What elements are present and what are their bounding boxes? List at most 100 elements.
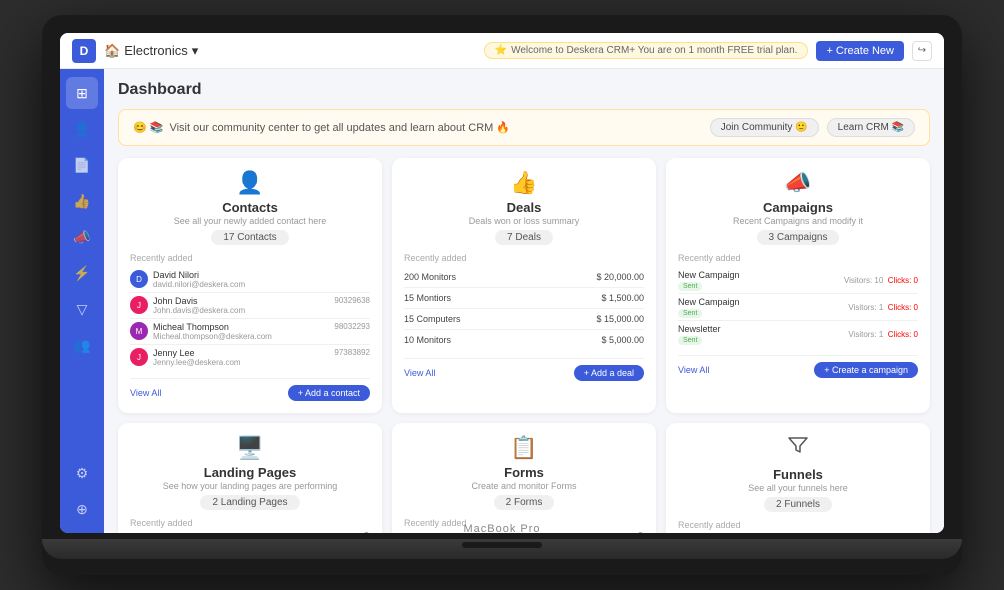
landing-pages-subtitle: See how your landing pages are performin… (130, 481, 370, 491)
funnels-subtitle: See all your funnels here (678, 483, 918, 493)
landing-pages-count[interactable]: 2 Landing Pages (200, 495, 299, 510)
sidebar-item-funnels[interactable]: ▽ (66, 293, 98, 325)
deals-subtitle: Deals won or loss summary (404, 216, 644, 226)
deals-section-label: Recently added (404, 253, 644, 263)
home-icon: 🏠 (104, 43, 120, 59)
sidebar-item-filter[interactable]: ⚡ (66, 257, 98, 289)
campaigns-section-label: Recently added (678, 253, 918, 263)
notice-text: Welcome to Deskera CRM+ You are on 1 mon… (511, 45, 797, 56)
sidebar-item-files[interactable]: 📄 (66, 149, 98, 181)
avatar: J (130, 348, 148, 366)
contacts-card: 👤 Contacts See all your newly added cont… (118, 158, 382, 413)
sidebar-item-campaigns[interactable]: 📣 (66, 221, 98, 253)
create-campaign-button[interactable]: + Create a campaign (814, 362, 918, 378)
page-title: Dashboard (118, 81, 930, 99)
sidebar-item-dashboard[interactable]: ⊞ (66, 77, 98, 109)
contacts-count[interactable]: 17 Contacts (211, 230, 288, 245)
avatar: J (130, 296, 148, 314)
contacts-icon: 👤 (130, 170, 370, 196)
banner-emoji: 😊 📚 (133, 121, 163, 134)
funnels-card: Funnels See all your funnels here 2 Funn… (666, 423, 930, 533)
campaigns-list: New Campaign Sent Visitors: 10 Clicks: 0 (678, 267, 918, 347)
campaigns-card: 📣 Campaigns Recent Campaigns and modify … (666, 158, 930, 413)
table-row: 200 Monitors $ 20,000.00 (404, 267, 644, 288)
contact-phone: 98032293 (334, 322, 370, 331)
link-icon: 🔗 (633, 532, 644, 533)
dashboard-grid: 👤 Contacts See all your newly added cont… (118, 158, 930, 533)
avatar: M (130, 322, 148, 340)
contact-email: John.davis@deskera.com (153, 306, 245, 315)
logout-icon[interactable]: ↪ (912, 41, 932, 61)
forms-icon: 📋 (404, 435, 644, 461)
join-community-button[interactable]: Join Community 🙂 (710, 118, 819, 137)
create-new-button[interactable]: + Create New (816, 41, 904, 61)
contact-email: david.nilori@deskera.com (153, 280, 245, 289)
contact-name: Micheal Thompson (153, 322, 272, 332)
list-item: Great Day https://pages.deskera.com/a/7y… (130, 532, 370, 533)
table-row: 15 Computers $ 15,000.00 (404, 309, 644, 330)
landing-list: Great Day https://pages.deskera.com/a/7y… (130, 532, 370, 533)
add-contact-button[interactable]: + Add a contact (288, 385, 370, 401)
deals-count[interactable]: 7 Deals (495, 230, 553, 245)
contact-email: Micheal.thompson@deskera.com (153, 332, 272, 341)
sidebar-item-users[interactable]: 👥 (66, 329, 98, 361)
company-selector[interactable]: 🏠 Electronics ▾ (104, 43, 198, 59)
learn-crm-button[interactable]: Learn CRM 📚 (827, 118, 915, 137)
deals-list: 200 Monitors $ 20,000.00 15 Montiors $ 1… (404, 267, 644, 350)
contact-phone: 97383892 (334, 348, 370, 357)
landing-pages-title: Landing Pages (130, 465, 370, 480)
sidebar-item-logout[interactable]: ⊕ (66, 493, 98, 525)
forms-card: 📋 Forms Create and monitor Forms 2 Forms… (392, 423, 656, 533)
contacts-title: Contacts (130, 200, 370, 215)
list-item: New Campaign Sent Visitors: 1 Clicks: 0 (678, 294, 918, 321)
landing-pages-icon: 🖥️ (130, 435, 370, 461)
app-logo: D (72, 39, 96, 63)
contact-phone: 90329638 (334, 296, 370, 305)
funnels-icon (678, 435, 918, 463)
list-item: Newsletter Sent Visitors: 1 Clicks: 0 (678, 321, 918, 347)
funnels-count[interactable]: 2 Funnels (764, 497, 832, 512)
contacts-view-all[interactable]: View All (130, 388, 161, 398)
trial-notice: ⭐ Welcome to Deskera CRM+ You are on 1 m… (484, 42, 809, 59)
contacts-list: D David Nilori david.nilori@deskera.com (130, 267, 370, 370)
community-banner: 😊 📚 Visit our community center to get al… (118, 109, 930, 146)
table-row: D David Nilori david.nilori@deskera.com (130, 267, 370, 293)
contact-email: Jenny.lee@deskera.com (153, 358, 241, 367)
table-row: J Jenny Lee Jenny.lee@deskera.com 973838… (130, 345, 370, 370)
deals-view-all[interactable]: View All (404, 368, 435, 378)
campaigns-view-all[interactable]: View All (678, 365, 709, 375)
sidebar-item-settings[interactable]: ⚙ (66, 457, 98, 489)
sidebar-item-contacts[interactable]: 👤 (66, 113, 98, 145)
campaigns-subtitle: Recent Campaigns and modify it (678, 216, 918, 226)
add-deal-button[interactable]: + Add a deal (574, 365, 644, 381)
chevron-down-icon: ▾ (192, 43, 199, 59)
deals-title: Deals (404, 200, 644, 215)
forms-count[interactable]: 2 Forms (494, 495, 555, 510)
forms-title: Forms (404, 465, 644, 480)
top-bar: D 🏠 Electronics ▾ ⭐ Welcome to Deskera C… (60, 33, 944, 69)
deals-icon: 👍 (404, 170, 644, 196)
forms-subtitle: Create and monitor Forms (404, 481, 644, 491)
funnels-title: Funnels (678, 467, 918, 482)
campaigns-icon: 📣 (678, 170, 918, 196)
funnels-section-label: Recently added (678, 520, 918, 530)
notice-emoji: ⭐ (495, 45, 507, 56)
contact-name: John Davis (153, 296, 245, 306)
company-name: Electronics (124, 43, 188, 58)
banner-text: Visit our community center to get all up… (169, 121, 510, 134)
landing-pages-card: 🖥️ Landing Pages See how your landing pa… (118, 423, 382, 533)
sidebar: ⊞ 👤 📄 👍 📣 ⚡ ▽ 👥 ⚙ ⊕ (60, 69, 104, 533)
list-item: New Campaign Sent Visitors: 10 Clicks: 0 (678, 267, 918, 294)
deals-card: 👍 Deals Deals won or loss summary 7 Deal… (392, 158, 656, 413)
avatar: D (130, 270, 148, 288)
table-row: J John Davis John.davis@deskera.com 9032… (130, 293, 370, 319)
sidebar-item-deals[interactable]: 👍 (66, 185, 98, 217)
contact-name: David Nilori (153, 270, 245, 280)
campaigns-title: Campaigns (678, 200, 918, 215)
contact-name: Jenny Lee (153, 348, 241, 358)
table-row: 10 Monitors $ 5,000.00 (404, 330, 644, 350)
table-row: M Micheal Thompson Micheal.thompson@desk… (130, 319, 370, 345)
campaigns-count[interactable]: 3 Campaigns (757, 230, 840, 245)
link-icon: 🔗 (359, 532, 370, 533)
main-content: Dashboard 😊 📚 Visit our community center… (104, 69, 944, 533)
